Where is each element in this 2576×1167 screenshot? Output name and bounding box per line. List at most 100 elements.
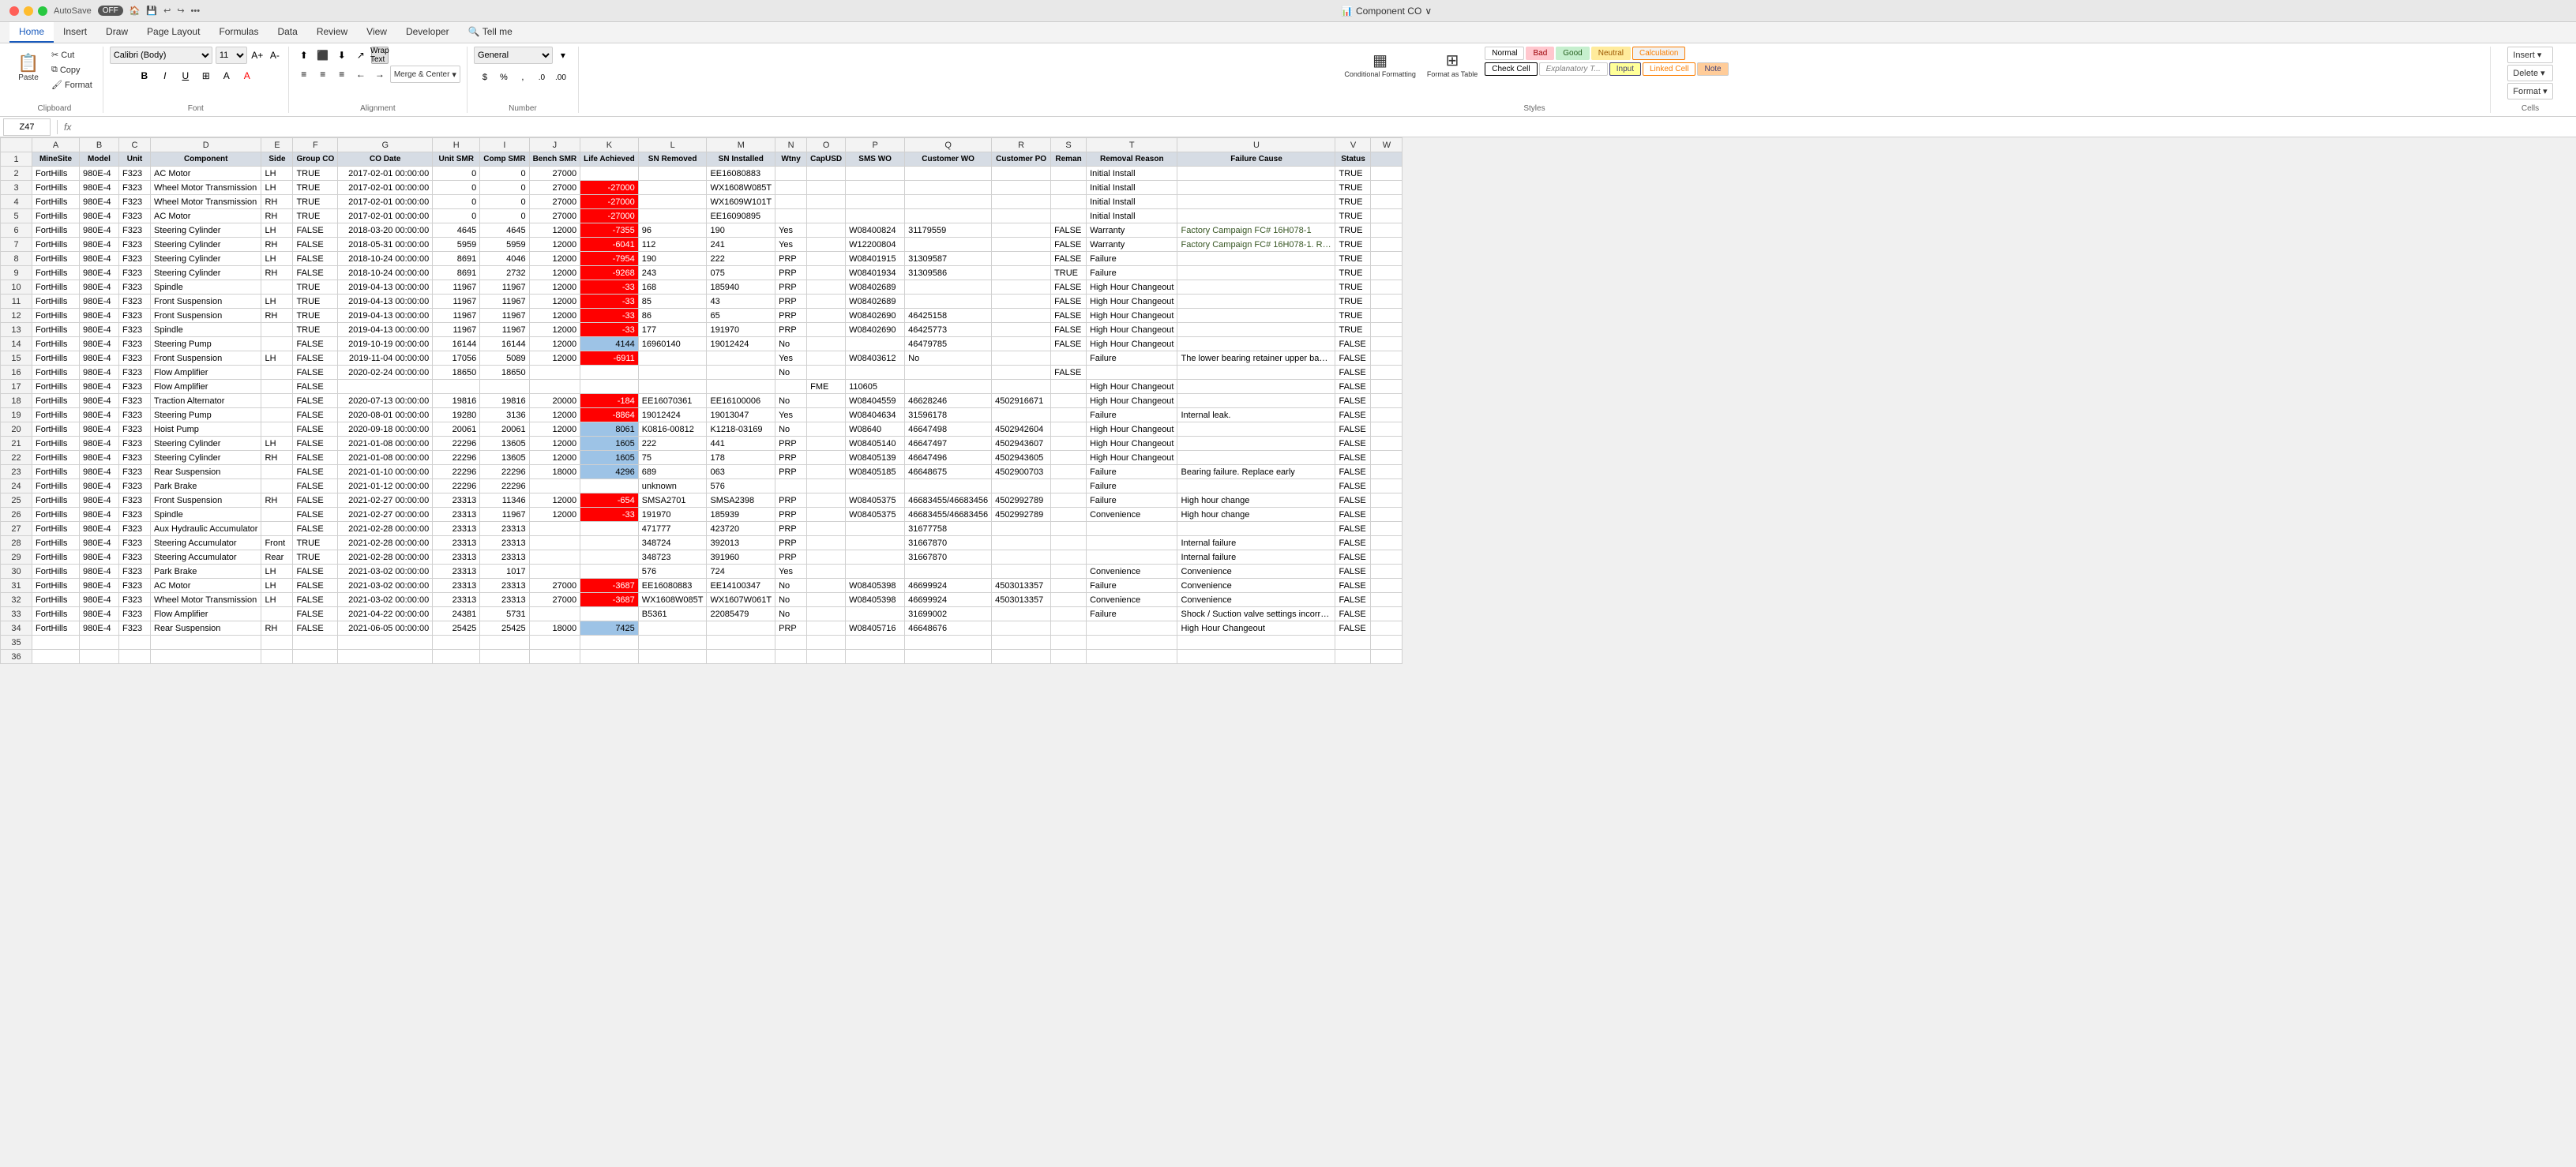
cell-1-d[interactable]: Component — [151, 152, 261, 167]
col-header-s[interactable]: S — [1051, 138, 1087, 152]
cell-23-col0[interactable]: FortHills — [32, 465, 80, 479]
cell-5-col14[interactable] — [807, 209, 846, 223]
cell-29-col7[interactable]: 23313 — [433, 550, 480, 565]
maximize-button[interactable] — [38, 6, 47, 16]
cell-16-col22[interactable] — [1371, 366, 1403, 380]
number-format-select[interactable]: General — [474, 47, 553, 64]
tab-home[interactable]: Home — [9, 22, 54, 43]
cell-33-col21[interactable]: FALSE — [1335, 607, 1371, 621]
cell-16-col15[interactable] — [846, 366, 905, 380]
cell-25-col18[interactable] — [1051, 493, 1087, 508]
row-num-9[interactable]: 9 — [1, 266, 32, 280]
row-num-21[interactable]: 21 — [1, 437, 32, 451]
cell-36-col12[interactable] — [707, 650, 775, 664]
cell-21-col3[interactable]: Steering Cylinder — [151, 437, 261, 451]
cell-36-col21[interactable] — [1335, 650, 1371, 664]
cell-6-col13[interactable]: Yes — [775, 223, 807, 238]
cell-7-col15[interactable]: W12200804 — [846, 238, 905, 252]
format-painter-button[interactable]: 🖌Format — [47, 78, 96, 92]
cell-32-col1[interactable]: 980E-4 — [80, 593, 119, 607]
cell-18-col6[interactable]: 2020-07-13 00:00:00 — [338, 394, 433, 408]
cell-9-col9[interactable]: 12000 — [529, 266, 580, 280]
cell-4-col4[interactable]: RH — [261, 195, 293, 209]
cell-34-col17[interactable] — [992, 621, 1051, 636]
cell-32-col17[interactable]: 4503013357 — [992, 593, 1051, 607]
cell-22-col11[interactable]: 75 — [638, 451, 707, 465]
cell-11-col10[interactable]: -33 — [580, 295, 639, 309]
cell-18-col13[interactable]: No — [775, 394, 807, 408]
cell-5-col19[interactable]: Initial Install — [1087, 209, 1177, 223]
cell-2-col1[interactable]: 980E-4 — [80, 167, 119, 181]
cell-16-col13[interactable]: No — [775, 366, 807, 380]
col-header-u[interactable]: U — [1177, 138, 1335, 152]
cell-12-col5[interactable]: TRUE — [293, 309, 338, 323]
cell-20-col20[interactable] — [1177, 422, 1335, 437]
row-num-13[interactable]: 13 — [1, 323, 32, 337]
cell-20-col17[interactable]: 4502942604 — [992, 422, 1051, 437]
cell-13-col14[interactable] — [807, 323, 846, 337]
tab-draw[interactable]: Draw — [96, 22, 137, 43]
cell-35-col3[interactable] — [151, 636, 261, 650]
cell-31-col19[interactable]: Failure — [1087, 579, 1177, 593]
cell-22-col22[interactable] — [1371, 451, 1403, 465]
cell-7-col6[interactable]: 2018-05-31 00:00:00 — [338, 238, 433, 252]
cell-21-col2[interactable]: F323 — [119, 437, 151, 451]
cell-17-col6[interactable] — [338, 380, 433, 394]
cell-20-col2[interactable]: F323 — [119, 422, 151, 437]
cell-21-col1[interactable]: 980E-4 — [80, 437, 119, 451]
cell-30-col8[interactable]: 1017 — [480, 565, 529, 579]
cell-9-col1[interactable]: 980E-4 — [80, 266, 119, 280]
cell-13-col6[interactable]: 2019-04-13 00:00:00 — [338, 323, 433, 337]
cell-9-col21[interactable]: TRUE — [1335, 266, 1371, 280]
cell-26-col15[interactable]: W08405375 — [846, 508, 905, 522]
cell-2-col15[interactable] — [846, 167, 905, 181]
cell-23-col9[interactable]: 18000 — [529, 465, 580, 479]
cell-19-col20[interactable]: Internal leak. — [1177, 408, 1335, 422]
autosave-toggle[interactable]: OFF — [98, 6, 123, 16]
cell-25-col17[interactable]: 4502992789 — [992, 493, 1051, 508]
cell-8-col18[interactable]: FALSE — [1051, 252, 1087, 266]
cell-33-col15[interactable] — [846, 607, 905, 621]
cell-10-col6[interactable]: 2019-04-13 00:00:00 — [338, 280, 433, 295]
cell-35-col13[interactable] — [775, 636, 807, 650]
cell-8-col6[interactable]: 2018-10-24 00:00:00 — [338, 252, 433, 266]
copy-button[interactable]: ⧉Copy — [47, 63, 96, 77]
cell-21-col10[interactable]: 1605 — [580, 437, 639, 451]
cell-22-col20[interactable] — [1177, 451, 1335, 465]
col-header-l[interactable]: L — [638, 138, 707, 152]
cell-14-col3[interactable]: Steering Pump — [151, 337, 261, 351]
cell-33-col0[interactable]: FortHills — [32, 607, 80, 621]
cell-17-col7[interactable] — [433, 380, 480, 394]
cell-27-col1[interactable]: 980E-4 — [80, 522, 119, 536]
cell-16-col7[interactable]: 18650 — [433, 366, 480, 380]
cell-26-col3[interactable]: Spindle — [151, 508, 261, 522]
cell-35-col14[interactable] — [807, 636, 846, 650]
cell-1-c[interactable]: Unit — [119, 152, 151, 167]
cell-9-col14[interactable] — [807, 266, 846, 280]
cell-18-col19[interactable]: High Hour Changeout — [1087, 394, 1177, 408]
name-box[interactable] — [3, 118, 51, 136]
cell-7-col10[interactable]: -6041 — [580, 238, 639, 252]
cell-16-col0[interactable]: FortHills — [32, 366, 80, 380]
cell-31-col2[interactable]: F323 — [119, 579, 151, 593]
cell-22-col13[interactable]: PRP — [775, 451, 807, 465]
cell-10-col16[interactable] — [905, 280, 992, 295]
fill-color-button[interactable]: A — [218, 67, 235, 84]
cell-12-col0[interactable]: FortHills — [32, 309, 80, 323]
decrease-decimal-button[interactable]: .0 — [533, 69, 550, 86]
style-linked-cell[interactable]: Linked Cell — [1643, 62, 1695, 76]
col-header-w[interactable]: W — [1371, 138, 1403, 152]
cell-20-col19[interactable]: High Hour Changeout — [1087, 422, 1177, 437]
col-header-g[interactable]: G — [338, 138, 433, 152]
cell-33-col12[interactable]: 22085479 — [707, 607, 775, 621]
cell-36-col1[interactable] — [80, 650, 119, 664]
cell-23-col18[interactable] — [1051, 465, 1087, 479]
cell-17-col20[interactable] — [1177, 380, 1335, 394]
align-right-button[interactable]: ≡ — [333, 66, 351, 83]
style-neutral[interactable]: Neutral — [1591, 47, 1631, 60]
cell-8-col10[interactable]: -7954 — [580, 252, 639, 266]
angle-text-button[interactable]: ↗ — [352, 47, 370, 64]
cell-35-col22[interactable] — [1371, 636, 1403, 650]
col-header-k[interactable]: K — [580, 138, 639, 152]
cell-10-col18[interactable]: FALSE — [1051, 280, 1087, 295]
